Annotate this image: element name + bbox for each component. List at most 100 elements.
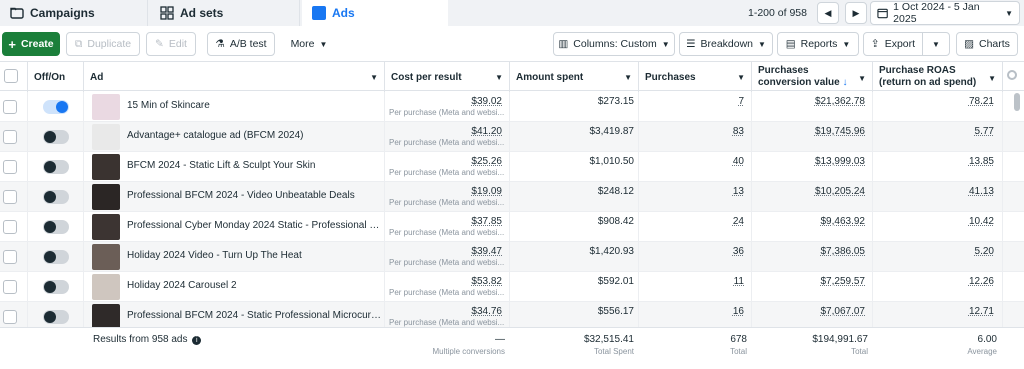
tab-ad-sets[interactable]: Ad sets bbox=[150, 0, 300, 26]
cost-per-result-value[interactable]: $39.02 bbox=[389, 96, 502, 107]
roas-value[interactable]: 10.42 bbox=[878, 216, 994, 227]
column-header-purchases[interactable]: Purchases ▼ bbox=[639, 62, 752, 92]
table-row[interactable]: Professional BFCM 2024 - Video Unbeatabl… bbox=[0, 182, 1024, 212]
purchases-value[interactable]: 24 bbox=[644, 216, 744, 227]
conversion-value-value[interactable]: $21,362.78 bbox=[757, 96, 865, 107]
reports-button[interactable]: ▤ Reports ▼ bbox=[777, 32, 859, 56]
row-checkbox[interactable] bbox=[3, 310, 17, 324]
table-row[interactable]: Professional Cyber Monday 2024 Static - … bbox=[0, 212, 1024, 242]
conversion-value-value[interactable]: $13,999.03 bbox=[757, 156, 865, 167]
roas-value[interactable]: 41.13 bbox=[878, 186, 994, 197]
ad-thumbnail[interactable] bbox=[92, 214, 120, 240]
ad-thumbnail[interactable] bbox=[92, 274, 120, 300]
ad-name-link[interactable]: Holiday 2024 Carousel 2 bbox=[127, 280, 381, 291]
purchases-value[interactable]: 83 bbox=[644, 126, 744, 137]
column-header-conversion-value[interactable]: Purchases conversion value ↓ ▼ bbox=[752, 62, 873, 92]
table-row[interactable]: Advantage+ catalogue ad (BFCM 2024) $41.2… bbox=[0, 122, 1024, 152]
create-button[interactable]: + Create bbox=[2, 32, 60, 56]
export-button[interactable]: ⇪ Export bbox=[863, 32, 923, 56]
ad-status-toggle[interactable] bbox=[43, 130, 69, 144]
row-checkbox[interactable] bbox=[3, 220, 17, 234]
purchases-value[interactable]: 40 bbox=[644, 156, 744, 167]
ad-status-toggle[interactable] bbox=[43, 310, 69, 324]
row-checkbox[interactable] bbox=[3, 130, 17, 144]
column-header-cost-per-result[interactable]: Cost per result ▼ bbox=[385, 62, 510, 92]
edit-button[interactable]: ✎ Edit bbox=[146, 32, 196, 56]
roas-value[interactable]: 5.77 bbox=[878, 126, 994, 137]
ad-status-toggle[interactable] bbox=[43, 160, 69, 174]
ad-name-link[interactable]: Holiday 2024 Video - Turn Up The Heat bbox=[127, 250, 381, 261]
ad-status-toggle[interactable] bbox=[43, 100, 69, 114]
cost-per-result-value[interactable]: $41.20 bbox=[389, 126, 502, 137]
ad-status-toggle[interactable] bbox=[43, 190, 69, 204]
cost-per-result-value[interactable]: $34.76 bbox=[389, 306, 502, 317]
conversion-value-value[interactable]: $9,463.92 bbox=[757, 216, 866, 227]
info-icon[interactable]: i bbox=[192, 336, 202, 345]
duplicate-button[interactable]: ⧉ Duplicate bbox=[66, 32, 140, 56]
cost-per-result-value[interactable]: $39.47 bbox=[389, 246, 502, 257]
purchases-value[interactable]: 7 bbox=[644, 96, 744, 107]
cost-per-result-value[interactable]: $19.09 bbox=[389, 186, 502, 197]
row-checkbox[interactable] bbox=[3, 280, 17, 294]
conversion-value-value[interactable]: $19,745.96 bbox=[757, 126, 865, 137]
row-checkbox[interactable] bbox=[3, 100, 17, 114]
ad-name-link[interactable]: Professional BFCM 2024 - Video Unbeatabl… bbox=[127, 190, 381, 201]
roas-value[interactable]: 13.85 bbox=[878, 156, 994, 167]
conversion-value-value[interactable]: $10,205.24 bbox=[757, 186, 865, 197]
date-range-picker[interactable]: 1 Oct 2024 - 5 Jan 2025 ▼ bbox=[870, 1, 1020, 25]
row-checkbox[interactable] bbox=[3, 160, 17, 174]
columns-button[interactable]: ▥ Columns: Custom ▼ bbox=[553, 32, 675, 56]
column-header-amount-spent[interactable]: Amount spent ▼ bbox=[510, 62, 639, 92]
purchases-value[interactable]: 36 bbox=[644, 246, 744, 257]
breakdown-button[interactable]: ☰ Breakdown ▼ bbox=[679, 32, 773, 56]
column-header-ad[interactable]: Ad ▼ bbox=[84, 62, 385, 92]
conversion-value-value[interactable]: $7,067.07 bbox=[757, 306, 866, 317]
ad-name-link[interactable]: 15 Min of Skincare bbox=[127, 100, 381, 111]
roas-value[interactable]: 12.26 bbox=[878, 276, 994, 287]
ad-status-toggle[interactable] bbox=[43, 250, 69, 264]
vertical-scrollbar[interactable] bbox=[1014, 93, 1020, 111]
roas-value[interactable]: 12.71 bbox=[878, 306, 994, 317]
table-row[interactable]: Holiday 2024 Video - Turn Up The Heat $39… bbox=[0, 242, 1024, 272]
previous-page-button[interactable]: ◀ bbox=[816, 2, 839, 24]
ad-thumbnail[interactable] bbox=[92, 154, 120, 180]
cost-per-result-value[interactable]: $25.26 bbox=[389, 156, 502, 167]
column-header-roas-label: Purchase ROAS (return on ad spend) bbox=[879, 65, 977, 88]
ad-thumbnail[interactable] bbox=[92, 184, 120, 210]
table-row[interactable]: BFCM 2024 - Static Lift & Sculpt Your Sk… bbox=[0, 152, 1024, 182]
ad-name-link[interactable]: Professional Cyber Monday 2024 Static - … bbox=[127, 220, 381, 231]
conversion-value-value[interactable]: $7,386.05 bbox=[757, 246, 866, 257]
roas-value[interactable]: 5.20 bbox=[878, 246, 994, 257]
row-checkbox[interactable] bbox=[3, 250, 17, 264]
ad-name-link[interactable]: Professional BFCM 2024 - Static Professi… bbox=[127, 310, 381, 321]
conversion-value-value[interactable]: $7,259.57 bbox=[757, 276, 866, 287]
tab-ads[interactable]: Ads bbox=[302, 0, 448, 26]
cost-per-result-value[interactable]: $53.82 bbox=[389, 276, 502, 287]
cost-per-result-value[interactable]: $37.85 bbox=[389, 216, 502, 227]
table-row[interactable]: Holiday 2024 Carousel 2 $53.82 Per purchas… bbox=[0, 272, 1024, 302]
ad-name-link[interactable]: BFCM 2024 - Static Lift & Sculpt Your Sk… bbox=[127, 160, 381, 171]
roas-value[interactable]: 78.21 bbox=[878, 96, 994, 107]
ad-thumbnail[interactable] bbox=[92, 124, 120, 150]
ad-thumbnail[interactable] bbox=[92, 244, 120, 270]
settings-icon[interactable] bbox=[1007, 70, 1017, 80]
ad-thumbnail[interactable] bbox=[92, 94, 120, 120]
table-row[interactable]: 15 Min of Skincare $39.02 Per purchase (Me… bbox=[0, 92, 1024, 122]
footer-conversion-value: $194,991.67 bbox=[812, 334, 868, 345]
charts-button[interactable]: ▨ Charts bbox=[956, 32, 1018, 56]
ad-name-link[interactable]: Advantage+ catalogue ad (BFCM 2024) bbox=[127, 130, 381, 141]
more-button[interactable]: More ▼ bbox=[284, 32, 334, 56]
ad-status-toggle[interactable] bbox=[43, 220, 69, 234]
purchases-value[interactable]: 11 bbox=[644, 276, 744, 287]
row-checkbox[interactable] bbox=[3, 190, 17, 204]
ad-status-toggle[interactable] bbox=[43, 280, 69, 294]
purchases-value[interactable]: 13 bbox=[644, 186, 744, 197]
column-header-roas[interactable]: Purchase ROAS (return on ad spend) ▼ bbox=[873, 62, 1003, 92]
purchases-value[interactable]: 16 bbox=[644, 306, 744, 317]
select-all-checkbox[interactable] bbox=[4, 69, 18, 83]
column-header-offon[interactable]: Off/On bbox=[28, 62, 84, 92]
ab-test-button[interactable]: ⚗ A/B test bbox=[207, 32, 275, 56]
next-page-button[interactable]: ▶ bbox=[844, 2, 867, 24]
export-options-button[interactable]: ▼ bbox=[922, 32, 950, 56]
tab-campaigns[interactable]: Campaigns bbox=[0, 0, 148, 26]
